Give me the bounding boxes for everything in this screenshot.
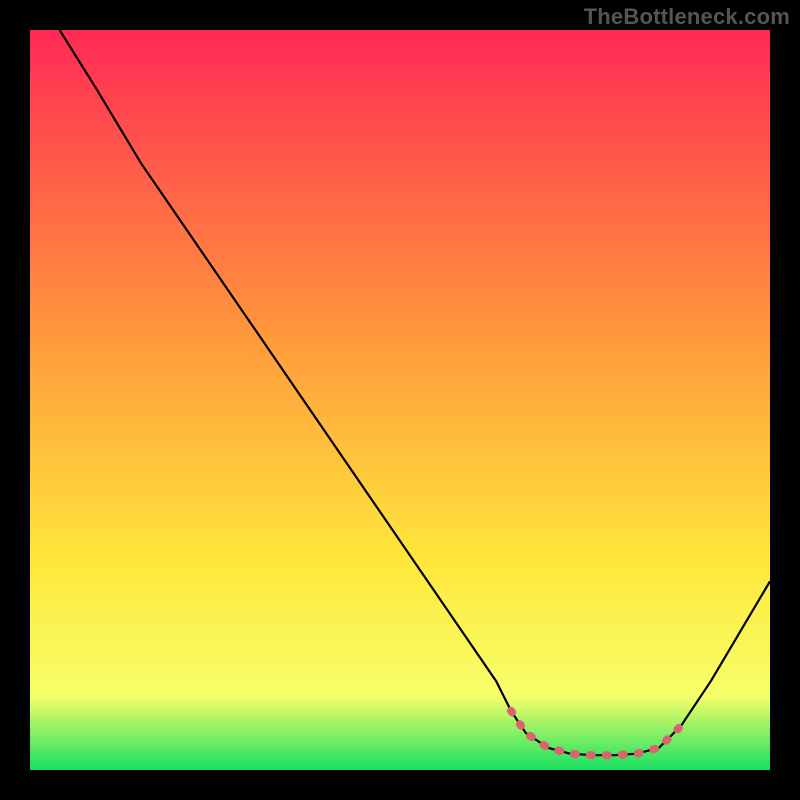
- chart-svg: [30, 30, 770, 770]
- gradient-background: [30, 30, 770, 770]
- plot-area: [30, 30, 770, 770]
- watermark-text: TheBottleneck.com: [584, 4, 790, 30]
- chart-frame: TheBottleneck.com: [0, 0, 800, 800]
